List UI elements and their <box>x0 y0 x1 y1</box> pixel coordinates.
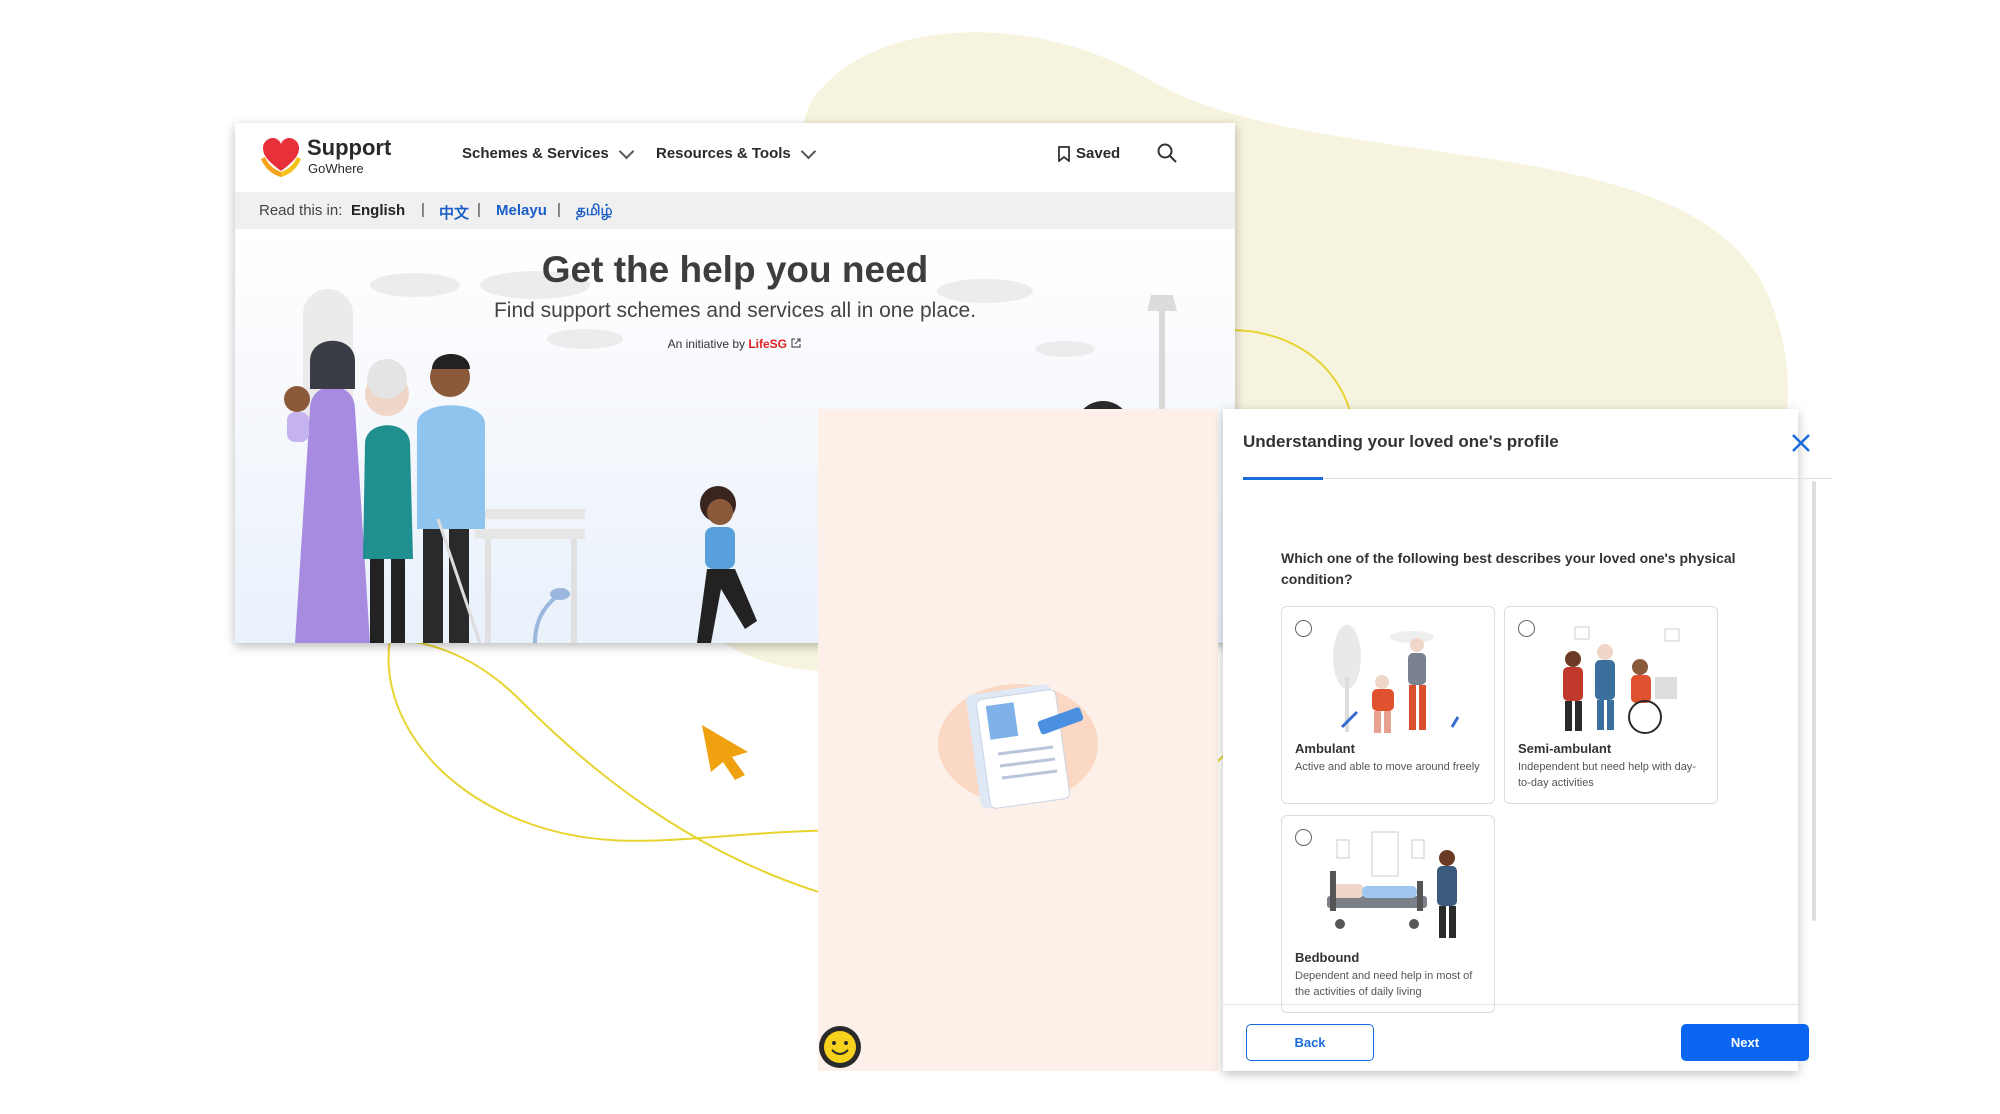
progress-indicator <box>1243 477 1323 480</box>
option-semi-ambulant[interactable]: Semi-ambulant Independent but need help … <box>1504 606 1718 804</box>
logo-text-secondary: GoWhere <box>308 161 364 176</box>
hero-title: Get the help you need <box>541 249 929 290</box>
site-header: Support GoWhere Schemes & Services Resou… <box>235 123 1235 192</box>
language-option-tamil[interactable]: தமிழ் <box>576 202 613 221</box>
divider: | <box>421 201 425 218</box>
radio-button[interactable] <box>1295 829 1312 846</box>
semi-ambulant-illustration <box>1563 626 1680 734</box>
modal-title: Understanding your loved one's profile <box>1243 432 1559 451</box>
language-bar-label: Read this in: <box>259 202 343 219</box>
radio-button[interactable] <box>1295 620 1312 637</box>
chevron-down-icon <box>618 143 635 159</box>
option-title: Semi-ambulant <box>1518 741 1612 756</box>
document-illustration <box>938 684 1098 809</box>
nav-schemes-services[interactable]: Schemes & Services <box>462 143 635 162</box>
language-option-malay[interactable]: Melayu <box>496 202 547 219</box>
smiley-face-icon[interactable] <box>818 1025 862 1069</box>
radio-button[interactable] <box>1518 620 1535 637</box>
scrollbar[interactable] <box>1812 481 1816 921</box>
nav-label: Schemes & Services <box>462 145 609 162</box>
tab-divider <box>1243 478 1833 479</box>
option-description: Dependent and need help in most of the a… <box>1295 970 1473 998</box>
heart-hands-icon <box>261 138 301 177</box>
questionnaire-panel: Understanding your loved one's profile W… <box>1223 409 1833 1071</box>
close-icon[interactable] <box>1789 431 1813 455</box>
saved-button[interactable]: Saved <box>1058 145 1120 162</box>
option-ambulant[interactable]: Ambulant Active and able to move around … <box>1281 606 1495 804</box>
logo-text-primary: Support <box>307 135 392 160</box>
option-title: Bedbound <box>1295 950 1360 965</box>
bedbound-illustration <box>1327 831 1457 938</box>
divider: | <box>557 201 561 218</box>
footer-divider <box>1223 1004 1798 1005</box>
cursor-arrow-icon <box>702 725 748 780</box>
bookmark-icon <box>1058 145 1070 162</box>
questionnaire-content: Understanding your loved one's profile W… <box>1223 409 1833 1071</box>
option-description: Independent but need help with day-to-da… <box>1518 761 1696 789</box>
hero-subtitle: Find support schemes and services all in… <box>493 299 977 322</box>
search-icon[interactable] <box>1155 141 1179 165</box>
language-bar: Read this in: English | 中文 | Melayu | தம… <box>235 192 1235 229</box>
divider: | <box>477 201 481 218</box>
nav-label: Resources & Tools <box>656 145 791 162</box>
chevron-down-icon <box>800 143 817 159</box>
question-text: Which one of the following best describe… <box>1281 550 1736 587</box>
saved-label: Saved <box>1076 145 1121 162</box>
option-bedbound[interactable]: Bedbound Dependent and need help in most… <box>1281 815 1495 1013</box>
lifesg-brand: LifeSG <box>748 337 788 351</box>
initiative-link[interactable]: An initiative by LifeSG <box>235 337 1235 351</box>
option-description: Active and able to move around freely <box>1295 761 1480 773</box>
ambulant-illustration <box>1333 625 1460 733</box>
next-button[interactable]: Next <box>1681 1024 1809 1061</box>
option-title: Ambulant <box>1295 741 1355 756</box>
initiative-prefix: An initiative by <box>667 337 745 351</box>
language-english-selected[interactable]: English <box>351 202 405 219</box>
back-button[interactable]: Back <box>1246 1024 1374 1061</box>
supportgowhere-logo[interactable]: Support GoWhere <box>259 131 419 181</box>
profile-questionnaire-modal: Understanding your loved one's profile W… <box>818 409 1833 1071</box>
external-link-icon <box>791 338 801 348</box>
modal-illustration-panel <box>818 409 1218 1071</box>
nav-resources-tools[interactable]: Resources & Tools <box>656 143 817 162</box>
language-option-chinese[interactable]: 中文 <box>439 202 469 223</box>
